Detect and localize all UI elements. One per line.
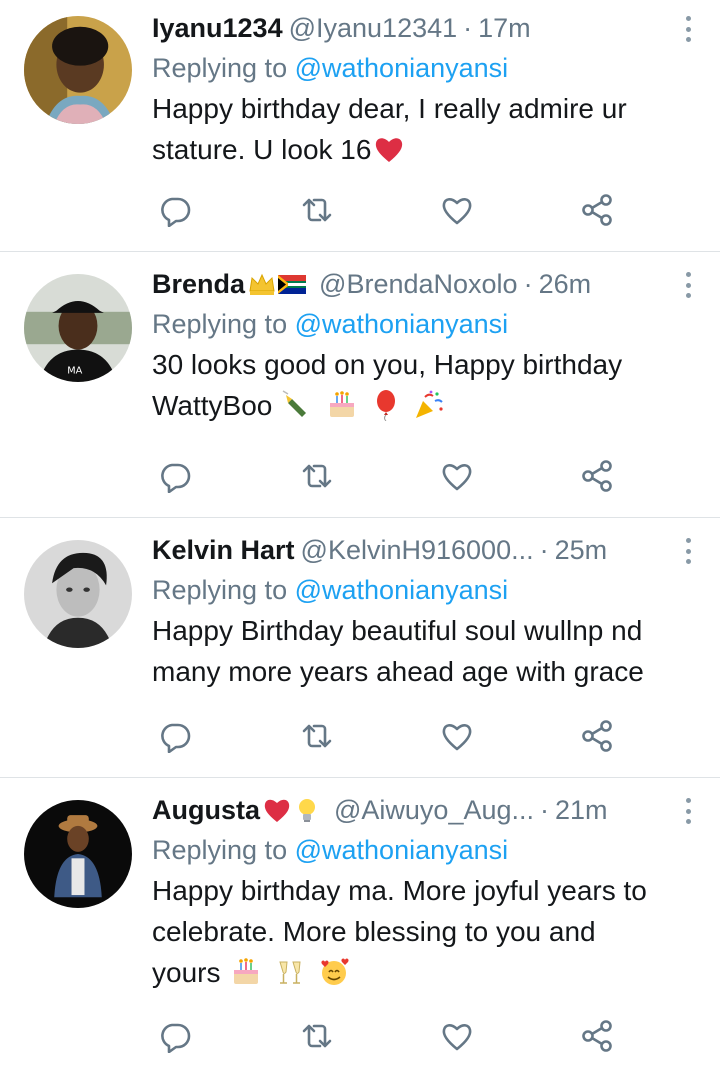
separator-dot: · [540,794,550,825]
tweet-text-line: celebrate. More blessing to you and [152,916,596,947]
tweet-actions [158,193,628,227]
replying-to-handle[interactable]: @wathonianyansi [295,309,509,339]
birthday-cake-emoji [230,956,262,988]
user-handle[interactable]: @Iyanu12341 [289,13,458,44]
like-icon[interactable] [440,719,474,753]
light-bulb-emoji [292,795,322,825]
replying-to: Replying to @wathonianyansi [152,570,700,610]
separator-dot: · [539,534,549,565]
share-icon[interactable] [580,193,614,227]
tweet[interactable]: MA Brenda @BrendaNoxolo · 26m Replying t… [0,252,720,518]
smiling-face-with-hearts-emoji [318,956,350,988]
timestamp[interactable]: 21m [555,795,608,826]
replying-label: Replying to [152,835,288,865]
tweet-text-line: yours [152,957,221,988]
tweet-actions [158,719,628,753]
tweet-text: Happy birthday ma. More joyful years to … [152,870,700,993]
reply-icon[interactable] [158,459,192,493]
user-handle[interactable]: @BrendaNoxolo [319,269,518,300]
timestamp[interactable]: 26m [539,269,592,300]
tweet-actions [158,459,628,493]
retweet-icon[interactable] [300,1019,334,1053]
clinking-glasses-emoji [274,956,306,988]
tweet-header: Kelvin Hart @KelvinH916000... · 25m [152,530,700,570]
crown-emoji [247,269,277,299]
display-name[interactable]: Iyanu1234 [152,13,283,44]
balloon-emoji [370,389,402,422]
replying-label: Replying to [152,575,288,605]
like-icon[interactable] [440,1019,474,1053]
retweet-icon[interactable] [300,719,334,753]
tweet-text-line: stature. U look 16 [152,134,372,165]
name-badges [262,795,322,825]
avatar[interactable] [24,540,132,648]
replying-to-handle[interactable]: @wathonianyansi [295,53,509,83]
like-icon[interactable] [440,193,474,227]
tweet-header: Augusta @Aiwuyo_Aug... · 21m [152,790,700,830]
tweet-header: Brenda @BrendaNoxolo · 26m [152,264,700,304]
tweet-text: 30 looks good on you, Happy birthday Wat… [152,344,700,426]
tweet-text-line: Happy birthday ma. More joyful years to [152,875,647,906]
tweet-text-line: Happy birthday dear, I really admire ur [152,93,627,124]
svg-text:MA: MA [67,365,82,376]
tweet-header: Iyanu1234 @Iyanu12341 · 17m [152,8,700,48]
tweet[interactable]: Iyanu1234 @Iyanu12341 · 17m Replying to … [0,0,720,252]
reply-icon[interactable] [158,719,192,753]
timestamp[interactable]: 25m [555,535,608,566]
tweet-text-line: many more years ahead age with grace [152,656,644,687]
tweet-text-line: WattyBoo [152,390,273,421]
red-heart-emoji [262,795,292,825]
more-options-icon[interactable] [676,270,700,300]
display-name[interactable]: Kelvin Hart [152,535,295,566]
reply-feed: Iyanu1234 @Iyanu12341 · 17m Replying to … [0,0,720,1079]
tweet-actions [158,1019,628,1053]
tweet[interactable]: Augusta @Aiwuyo_Aug... · 21m Replying to… [0,778,720,1079]
share-icon[interactable] [580,459,614,493]
replying-label: Replying to [152,53,288,83]
display-name[interactable]: Augusta [152,795,260,826]
display-name[interactable]: Brenda [152,269,245,300]
champagne-bottle-emoji [282,389,314,421]
avatar[interactable] [24,16,132,124]
party-popper-emoji [413,389,445,421]
share-icon[interactable] [580,719,614,753]
avatar[interactable] [24,800,132,908]
share-icon[interactable] [580,1019,614,1053]
replying-to: Replying to @wathonianyansi [152,830,700,870]
retweet-icon[interactable] [300,459,334,493]
more-options-icon[interactable] [676,14,700,44]
avatar[interactable]: MA [24,274,132,382]
replying-to-handle[interactable]: @wathonianyansi [295,835,509,865]
tweet[interactable]: Kelvin Hart @KelvinH916000... · 25m Repl… [0,518,720,778]
more-options-icon[interactable] [676,796,700,826]
separator-dot: · [463,12,473,43]
red-heart-emoji [373,133,405,165]
reply-icon[interactable] [158,1019,192,1053]
reply-icon[interactable] [158,193,192,227]
user-handle[interactable]: @KelvinH916000... [301,535,534,566]
timestamp[interactable]: 17m [478,13,531,44]
replying-to-handle[interactable]: @wathonianyansi [295,575,509,605]
south-africa-flag-emoji [277,269,307,299]
tweet-text: Happy birthday dear, I really admire ur … [152,88,700,170]
tweet-text-line: Happy Birthday beautiful soul wullnp nd [152,615,643,646]
user-handle[interactable]: @Aiwuyo_Aug... [334,795,534,826]
more-options-icon[interactable] [676,536,700,566]
replying-label: Replying to [152,309,288,339]
replying-to: Replying to @wathonianyansi [152,304,700,344]
separator-dot: · [523,268,533,299]
name-badges [247,269,307,299]
like-icon[interactable] [440,459,474,493]
replying-to: Replying to @wathonianyansi [152,48,700,88]
birthday-cake-emoji [326,389,358,421]
retweet-icon[interactable] [300,193,334,227]
tweet-text: Happy Birthday beautiful soul wullnp nd … [152,610,700,692]
tweet-text-line: 30 looks good on you, Happy birthday [152,349,623,380]
